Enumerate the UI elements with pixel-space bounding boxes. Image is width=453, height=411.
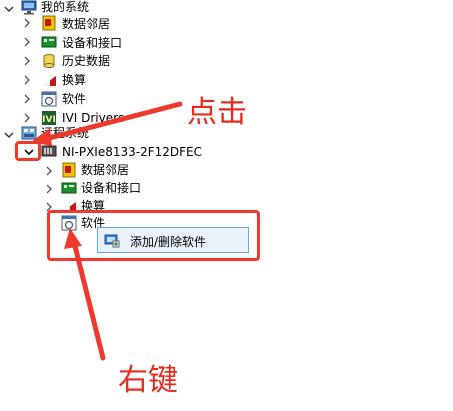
annotation-arrows [31,101,183,361]
annotation-right-click: 右键 [118,363,178,398]
annotation-click: 点击 [187,95,247,130]
